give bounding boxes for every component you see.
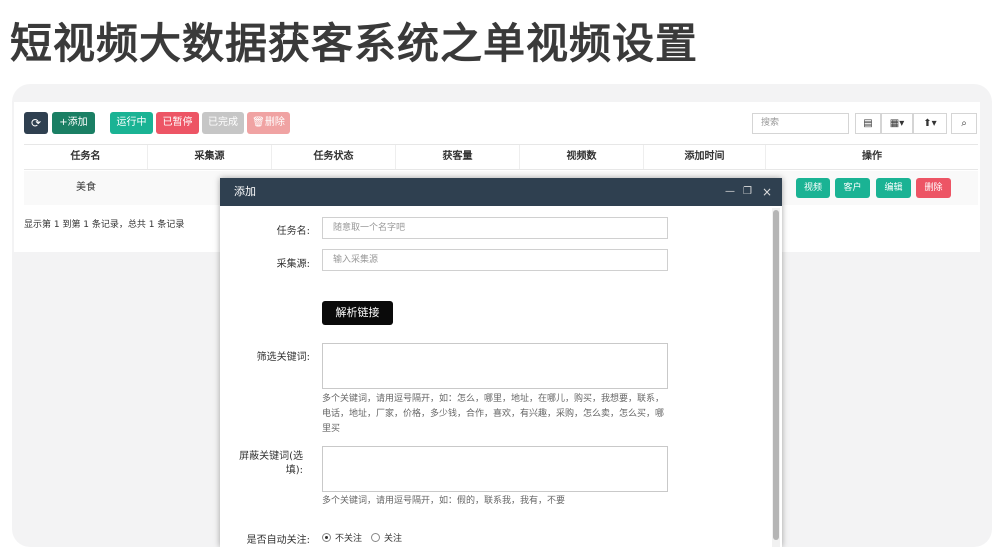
dialog-header: 添加 — ❐ × [220, 178, 782, 206]
dialog-title: 添加 [234, 185, 256, 198]
column-header[interactable]: 添加时间 [644, 145, 766, 169]
minimize-icon[interactable]: — [725, 178, 735, 206]
radio-unchecked-icon [371, 533, 380, 542]
filter-done-button[interactable]: 已完成 [202, 112, 244, 134]
delete-button[interactable]: 🗑删除 [247, 112, 290, 134]
search-input[interactable]: 搜索 [752, 113, 849, 134]
search-icon[interactable]: ⌕ [951, 113, 977, 134]
radio-checked-icon [322, 533, 331, 542]
block-keywords-hint: 多个关键词，请用逗号隔开，如：假的，联系我，我有，不要 [322, 496, 566, 506]
task-name-cell: 美食 [76, 182, 96, 193]
filter-keywords-hint: 多个关键词，请用逗号隔开，如：怎么，哪里，地址，在哪儿，购买，我想要，联系，电话… [322, 394, 665, 434]
row-video-button[interactable]: 视频 [796, 178, 830, 198]
filter-running-button[interactable]: 运行中 [110, 112, 153, 134]
source-label: 采集源: [276, 259, 310, 270]
scrollbar-thumb[interactable] [773, 210, 779, 540]
column-header[interactable]: 任务名 [24, 145, 148, 169]
radio-follow[interactable]: 关注 [371, 531, 402, 544]
task-name-label: 任务名: [276, 226, 310, 237]
column-header[interactable]: 任务状态 [272, 145, 396, 169]
column-header: 操作 [862, 151, 882, 162]
page-headline: 短视频大数据获客系统之单视频设置 [10, 19, 699, 68]
row-customer-button[interactable]: 客户 [835, 178, 870, 198]
filter-paused-button[interactable]: 已暂停 [156, 112, 199, 134]
filter-keywords-label: 筛选关键词: [256, 352, 310, 363]
radio-no-follow[interactable]: 不关注 [322, 531, 362, 544]
add-task-dialog: 添加 — ❐ × 任务名: 随意取一个名字吧 采集源: 输入采集源 解析链接 筛… [220, 178, 782, 547]
parse-link-button[interactable]: 解析链接 [322, 301, 393, 325]
close-icon[interactable]: × [762, 178, 772, 206]
pagination-summary: 显示第 1 到第 1 条记录，总共 1 条记录 [24, 220, 185, 230]
row-edit-button[interactable]: 编辑 [876, 178, 911, 198]
row-delete-button[interactable]: 删除 [916, 178, 951, 198]
block-keywords-label: 屏蔽关键词(选填): [239, 451, 303, 476]
source-input[interactable]: 输入采集源 [322, 249, 668, 271]
auto-follow-label: 是否自动关注: [246, 535, 310, 546]
block-keywords-textarea[interactable] [322, 446, 668, 492]
columns-icon[interactable]: ▦▾ [881, 113, 913, 134]
dialog-scrollbar[interactable] [772, 208, 780, 547]
column-header[interactable]: 获客量 [396, 145, 520, 169]
filter-keywords-textarea[interactable] [322, 343, 668, 389]
column-header[interactable]: 视频数 [520, 145, 644, 169]
refresh-button[interactable]: ⟳ [24, 112, 48, 134]
add-button[interactable]: +添加 [52, 112, 95, 134]
column-header[interactable]: 采集源 [148, 145, 272, 169]
export-icon[interactable]: ⬆▾ [913, 113, 947, 134]
task-name-input[interactable]: 随意取一个名字吧 [322, 217, 668, 239]
table-header: 任务名 采集源 任务状态 获客量 视频数 添加时间 操作 [24, 144, 978, 170]
maximize-icon[interactable]: ❐ [743, 178, 752, 206]
toggle-view-icon[interactable]: ▤ [855, 113, 881, 134]
